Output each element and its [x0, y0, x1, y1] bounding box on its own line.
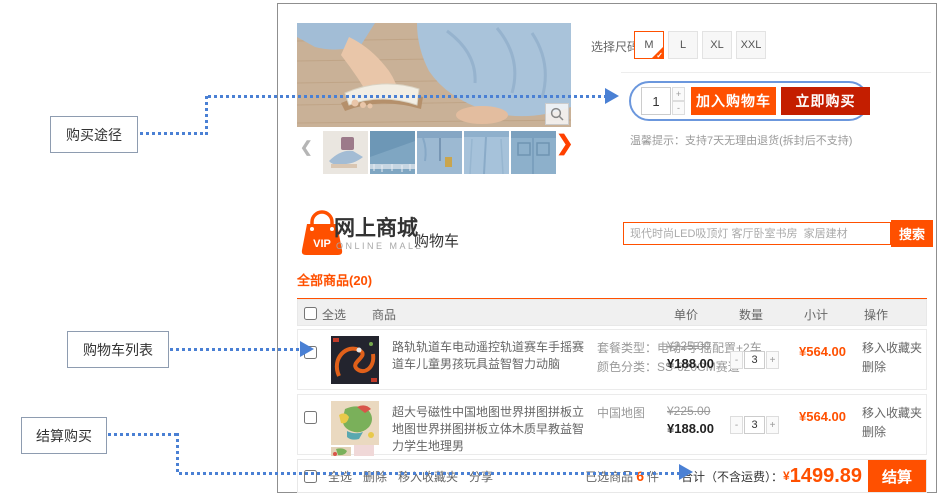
arrow3-segment — [108, 433, 178, 436]
jeans-photo — [297, 23, 571, 127]
mall-name-english: ONLINE MALL — [336, 241, 423, 251]
currency-symbol: ¥ — [783, 469, 790, 483]
row-subtotal: ¥564.00 — [799, 409, 846, 424]
total-label: 合计（不含运费）： — [681, 468, 783, 485]
move-to-favorites-link[interactable]: 移入收藏夹 — [862, 339, 922, 356]
col-select-all: 全选 — [322, 306, 346, 323]
screenshot-canvas: 购买途径 购物车列表 结算购买 — [0, 0, 940, 495]
checkout-button[interactable]: 结算 — [868, 460, 926, 492]
row-checkbox[interactable] — [304, 411, 317, 424]
row-qty-decrease-button[interactable]: - — [730, 351, 743, 369]
annotation-checkout-label: 结算购买 — [36, 426, 92, 446]
cart-footer-bar: 全选 删除 移入收藏夹 分享 已选商品 6 件 合计（不含运费）： ¥ 1499… — [297, 459, 927, 493]
annotation-purchase-path: 购买途径 — [50, 116, 138, 153]
search-input[interactable] — [623, 222, 891, 245]
delete-link[interactable]: 删除 — [862, 423, 886, 440]
select-all-checkbox[interactable] — [304, 307, 317, 320]
footer-delete-link[interactable]: 删除 — [363, 468, 387, 485]
thumbnail-2[interactable] — [370, 131, 415, 174]
thumbnail-1[interactable] — [323, 131, 368, 174]
prev-thumbnails-icon[interactable]: ❮ — [300, 138, 313, 156]
quantity-decrease-button[interactable]: - — [672, 101, 685, 115]
quantity-increase-button[interactable]: + — [672, 87, 685, 101]
thumbnail-5[interactable] — [511, 131, 556, 174]
arrow3-head-icon — [679, 464, 693, 480]
product-subthumbnail-pink[interactable] — [354, 445, 374, 456]
arrow2-segment — [170, 348, 300, 351]
size-option-xxl[interactable]: XXL — [736, 31, 766, 59]
row-subtotal: ¥564.00 — [799, 344, 846, 359]
thumbnail-3[interactable] — [417, 131, 462, 174]
footer-share-link[interactable]: 分享 — [469, 468, 493, 485]
selected-check-icon: ✓ — [656, 51, 663, 60]
row-qty-increase-button[interactable]: + — [766, 416, 779, 434]
col-quantity: 数量 — [739, 306, 763, 323]
product-image-race-track[interactable] — [331, 336, 379, 384]
delete-link[interactable]: 删除 — [862, 358, 886, 375]
col-subtotal: 小计 — [804, 306, 828, 323]
col-action: 操作 — [864, 306, 888, 323]
svg-text:VIP: VIP — [313, 238, 331, 250]
table-row: 路轨轨道车电动遥控轨道赛车手摇赛道车儿童男孩玩具益智智力动脑 套餐类型：电动+手… — [297, 329, 927, 390]
arrow3-segment — [176, 433, 179, 474]
row-qty-input[interactable] — [744, 416, 765, 434]
row-qty-input[interactable] — [744, 351, 765, 369]
zoom-icon[interactable] — [545, 103, 569, 125]
quantity-input[interactable] — [641, 87, 671, 115]
size-option-xl[interactable]: XL — [702, 31, 732, 59]
thumbnail-4[interactable] — [464, 131, 509, 174]
total-amount: 1499.89 — [790, 465, 862, 488]
col-product: 商品 — [372, 306, 396, 323]
current-price: ¥188.00 — [667, 356, 714, 371]
move-to-favorites-link[interactable]: 移入收藏夹 — [862, 404, 922, 421]
row-qty-decrease-button[interactable]: - — [730, 416, 743, 434]
annotation-cart-list-label: 购物车列表 — [83, 340, 153, 360]
product-image-china-map[interactable] — [331, 401, 379, 445]
search-button[interactable]: 搜索 — [891, 220, 933, 247]
arrow1-segment — [205, 96, 208, 135]
annotation-cart-list: 购物车列表 — [67, 331, 169, 368]
product-main-image[interactable] — [297, 23, 571, 127]
selected-items-unit: 件 — [647, 468, 659, 485]
annotation-purchase-path-label: 购买途径 — [66, 125, 122, 145]
col-price: 单价 — [674, 306, 698, 323]
selected-items-label: 已选商品 — [585, 468, 633, 485]
arrow1-segment — [140, 132, 208, 135]
mall-name: 网上商城 — [334, 212, 418, 242]
original-price: ¥225.00 — [667, 339, 710, 353]
size-option-l[interactable]: L — [668, 31, 698, 59]
arrow1-head-icon — [605, 88, 619, 104]
cart-tab-bar: 全部商品(20) — [297, 270, 927, 300]
tab-all-items[interactable]: 全部商品(20) — [297, 273, 372, 288]
table-row: 超大号磁性中国地图世界拼图拼板立地图世界拼图拼板立体木质早教益智力学生地理男 中… — [297, 394, 927, 455]
buy-now-button[interactable]: 立即购买 — [781, 87, 870, 115]
size-option-m[interactable]: M ✓ — [634, 31, 664, 59]
arrow1-segment — [208, 95, 605, 98]
original-price: ¥225.00 — [667, 404, 710, 418]
row-qty-increase-button[interactable]: + — [766, 351, 779, 369]
product-subthumbnail-map[interactable] — [331, 445, 351, 456]
selected-items-count: 6 — [636, 468, 644, 484]
return-policy-tip: 温馨提示：支持7天无理由退货(拆封后不支持) — [630, 132, 852, 148]
table-header: 全选 商品 单价 数量 小计 操作 — [297, 299, 927, 326]
arrow3-segment — [179, 472, 679, 475]
add-to-cart-button[interactable]: 加入购物车 — [691, 87, 776, 115]
next-thumbnails-icon[interactable]: ❯ — [556, 131, 574, 156]
main-panel: ❮ ❯ 选择尺码: M ✓ L XL XXL + - 加入购物车 — [277, 3, 937, 493]
row-spec1: 中国地图 — [597, 404, 645, 423]
divider — [621, 72, 931, 73]
current-price: ¥188.00 — [667, 421, 714, 436]
annotation-checkout: 结算购买 — [21, 417, 107, 454]
arrow2-head-icon — [300, 341, 314, 357]
page-title: 购物车 — [414, 230, 459, 251]
footer-select-all[interactable]: 全选 — [328, 468, 352, 485]
footer-move-to-favorites-link[interactable]: 移入收藏夹 — [398, 468, 458, 485]
